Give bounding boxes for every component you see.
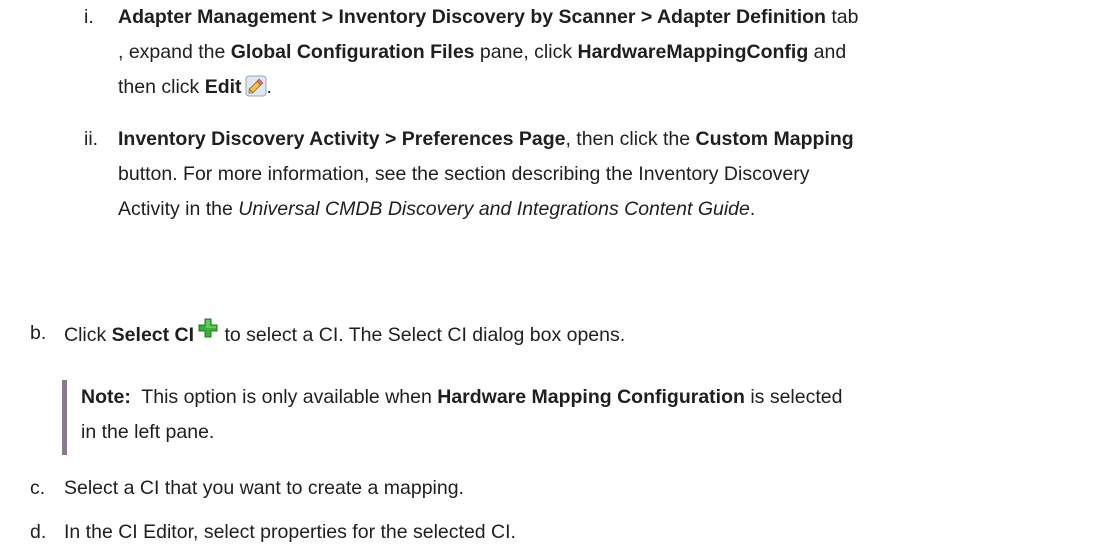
hardware-mapping-config-label: HardwareMappingConfig	[577, 41, 809, 63]
green-plus-icon	[197, 316, 219, 338]
note-line-1: Note: This option is only available when…	[81, 380, 1102, 415]
step-b-line: Click Select CI to select a CI. The Sele…	[64, 316, 1110, 353]
note-callout: Note: This option is only available when…	[62, 380, 1102, 455]
global-configuration-files-label: Global Configuration Files	[230, 41, 475, 63]
step-i-line-3-head: then click	[118, 76, 205, 98]
step-i-line-1: Adapter Management > Inventory Discovery…	[118, 0, 1114, 35]
note-label: Note:	[81, 386, 131, 408]
step-i-marker: i.	[84, 6, 94, 28]
step-ii-line-2: button. For more information, see the se…	[118, 163, 810, 185]
step-d: d. In the CI Editor, select properties f…	[30, 515, 1110, 550]
step-b-head: Click	[64, 324, 112, 346]
step-b: b. Click Select CI to select a CI. The S…	[30, 316, 1110, 353]
step-i-line-2-head: , expand the	[118, 41, 231, 63]
custom-mapping-label: Custom Mapping	[695, 128, 854, 150]
step-i-line-3: then click Edit.	[118, 70, 1114, 105]
step-ii-marker: ii.	[84, 128, 99, 150]
pencil-edit-icon	[245, 74, 267, 97]
step-i: i. Adapter Management > Inventory Discov…	[84, 0, 1114, 105]
note-line-1-tail: is selected	[744, 386, 843, 408]
step-b-tail: to select a CI. The Select CI dialog box…	[219, 324, 626, 346]
step-c-line: Select a CI that you want to create a ma…	[64, 477, 464, 499]
step-i-line-2-tail: and	[808, 41, 847, 63]
step-i-text: Adapter Management > Inventory Discovery…	[118, 0, 1114, 105]
preferences-page-path: Inventory Discovery Activity > Preferenc…	[118, 128, 566, 150]
edit-label: Edit	[204, 76, 242, 98]
step-ii-line-3: Activity in the Universal CMDB Discovery…	[118, 192, 1114, 227]
step-ii-line-1: Inventory Discovery Activity > Preferenc…	[118, 122, 1114, 157]
step-d-marker: d.	[30, 521, 47, 543]
step-b-text: Click Select CI to select a CI. The Sele…	[64, 316, 1110, 353]
step-c-text: Select a CI that you want to create a ma…	[64, 471, 1110, 506]
select-ci-label: Select CI	[111, 324, 195, 346]
step-d-text: In the CI Editor, select properties for …	[64, 515, 1110, 550]
document-page: i. Adapter Management > Inventory Discov…	[0, 0, 1117, 554]
step-i-line-2: , expand the Global Configuration Files …	[118, 35, 1114, 70]
note-line-2: in the left pane.	[81, 421, 215, 443]
step-i-line-3-tail: .	[266, 76, 272, 98]
step-b-marker: b.	[30, 322, 47, 344]
step-i-line-2-mid: pane, click	[474, 41, 578, 63]
adapter-definition-path: Adapter Management > Inventory Discovery…	[118, 6, 826, 28]
step-ii-line-3-tail: .	[749, 198, 756, 220]
step-ii-text: Inventory Discovery Activity > Preferenc…	[118, 122, 1114, 227]
hardware-mapping-configuration-label: Hardware Mapping Configuration	[437, 386, 745, 408]
step-i-line-1-tail: tab	[825, 6, 859, 28]
content-guide-title: Universal CMDB Discovery and Integration…	[238, 198, 750, 220]
note-line-1-mid: This option is only available when	[130, 386, 438, 408]
step-c-marker: c.	[30, 477, 46, 499]
step-ii-line-1-mid: , then click the	[565, 128, 696, 150]
step-c: c. Select a CI that you want to create a…	[30, 471, 1110, 506]
step-d-line: In the CI Editor, select properties for …	[64, 521, 516, 543]
step-ii: ii. Inventory Discovery Activity > Prefe…	[84, 122, 1114, 227]
step-ii-line-3-head: Activity in the	[118, 198, 239, 220]
